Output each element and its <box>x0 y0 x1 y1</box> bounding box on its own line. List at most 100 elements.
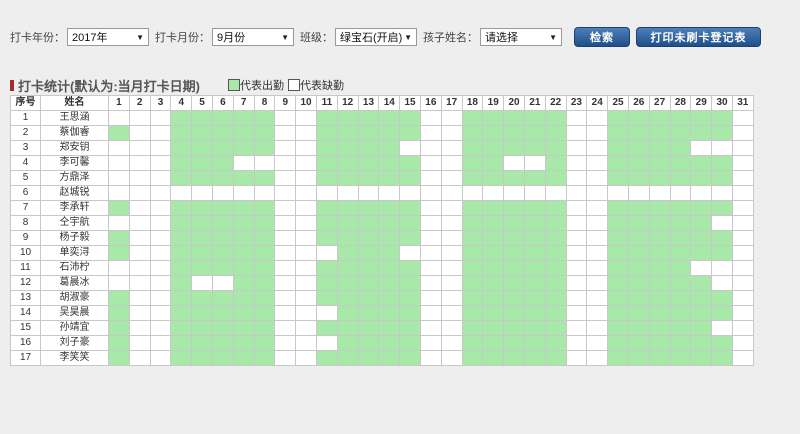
present-cell <box>378 260 401 276</box>
present-cell <box>544 290 567 306</box>
present-cell <box>211 335 234 351</box>
present-cell <box>482 140 505 156</box>
present-cell <box>378 305 401 321</box>
present-cell <box>607 350 629 366</box>
present-cell <box>669 140 692 156</box>
absent-cell <box>565 245 588 261</box>
present-cell <box>108 305 130 321</box>
present-cell <box>357 110 380 126</box>
absent-cell <box>586 260 609 276</box>
present-cell <box>690 200 713 216</box>
table-row: 3 郑安钥 <box>10 140 754 156</box>
absent-cell <box>440 275 463 291</box>
absent-cell <box>586 170 609 186</box>
present-cell <box>669 335 692 351</box>
absent-cell <box>419 320 442 336</box>
row-name: 李承轩 <box>40 200 109 216</box>
absent-cell <box>419 350 442 366</box>
row-no: 16 <box>10 335 41 351</box>
present-cell <box>461 245 484 261</box>
table-row: 1 王思涵 <box>10 110 754 126</box>
present-cell <box>253 170 276 186</box>
absent-cell <box>648 185 671 201</box>
row-name: 郑安钥 <box>40 140 109 156</box>
search-button[interactable]: 检索 <box>574 27 630 47</box>
absent-cell <box>295 290 317 306</box>
present-cell <box>357 245 380 261</box>
absent-cell <box>149 230 172 246</box>
present-cell <box>669 350 692 366</box>
absent-cell <box>295 335 317 351</box>
row-name: 王思涵 <box>40 110 109 126</box>
present-cell <box>461 320 484 336</box>
class-select[interactable]: 绿宝石(开启) ▼ <box>335 28 417 46</box>
present-cell <box>669 155 692 171</box>
row-name: 赵城锐 <box>40 185 109 201</box>
present-cell <box>191 320 213 336</box>
absent-cell <box>731 305 754 321</box>
print-unswiped-button[interactable]: 打印未刷卡登记表 <box>636 27 761 47</box>
absent-cell <box>295 170 317 186</box>
absent-cell <box>440 230 463 246</box>
year-select[interactable]: 2017年 ▼ <box>67 28 149 46</box>
month-select[interactable]: 9月份 ▼ <box>212 28 294 46</box>
table-body: 1 王思涵 2 蔡伽睿 3 郑安钥 4 李可馨 5 方鼎泽 6 赵城锐 7 李承轩 8 仝宇航 9 杨子毅 10 单奕… <box>10 110 754 366</box>
present-cell <box>170 245 193 261</box>
chevron-down-icon: ▼ <box>549 32 557 42</box>
absent-cell <box>232 155 255 171</box>
absent-cell <box>295 215 317 231</box>
present-cell <box>607 110 629 126</box>
present-cell <box>482 275 505 291</box>
present-cell <box>690 155 713 171</box>
row-no: 14 <box>10 305 41 321</box>
present-cell <box>170 260 193 276</box>
absent-cell <box>731 170 754 186</box>
present-cell <box>669 170 692 186</box>
present-cell <box>211 290 234 306</box>
present-cell <box>503 230 525 246</box>
row-name: 单奕浔 <box>40 245 109 261</box>
year-select-value: 2017年 <box>72 32 108 44</box>
present-cell <box>315 260 338 276</box>
absent-cell <box>586 245 609 261</box>
header-day-6: 6 <box>211 95 234 111</box>
present-cell <box>482 245 505 261</box>
present-cell <box>690 275 713 291</box>
absent-cell <box>565 170 588 186</box>
present-cell <box>627 155 650 171</box>
present-cell <box>232 230 255 246</box>
present-cell <box>315 155 338 171</box>
absent-cell <box>149 125 172 141</box>
present-cell <box>253 200 276 216</box>
present-cell <box>232 305 255 321</box>
absent-cell <box>711 185 733 201</box>
present-cell <box>544 200 567 216</box>
present-cell <box>253 260 276 276</box>
present-cell <box>211 350 234 366</box>
absent-cell <box>440 125 463 141</box>
present-cell <box>191 305 213 321</box>
absent-cell <box>149 170 172 186</box>
present-cell <box>232 350 255 366</box>
present-cell <box>482 170 505 186</box>
present-cell <box>711 110 733 126</box>
present-cell <box>648 125 671 141</box>
present-cell <box>211 305 234 321</box>
row-no: 4 <box>10 155 41 171</box>
header-day-30: 30 <box>711 95 733 111</box>
row-name: 杨子毅 <box>40 230 109 246</box>
absent-cell <box>586 320 609 336</box>
absent-cell <box>503 185 525 201</box>
absent-cell <box>607 185 629 201</box>
present-cell <box>669 125 692 141</box>
present-cell <box>253 350 276 366</box>
absent-cell <box>565 350 588 366</box>
present-swatch-icon <box>228 79 240 91</box>
present-cell <box>170 335 193 351</box>
present-cell <box>170 305 193 321</box>
present-cell <box>191 350 213 366</box>
present-cell <box>461 260 484 276</box>
child-select[interactable]: 请选择 ▼ <box>480 28 562 46</box>
present-cell <box>544 140 567 156</box>
absent-cell <box>295 230 317 246</box>
